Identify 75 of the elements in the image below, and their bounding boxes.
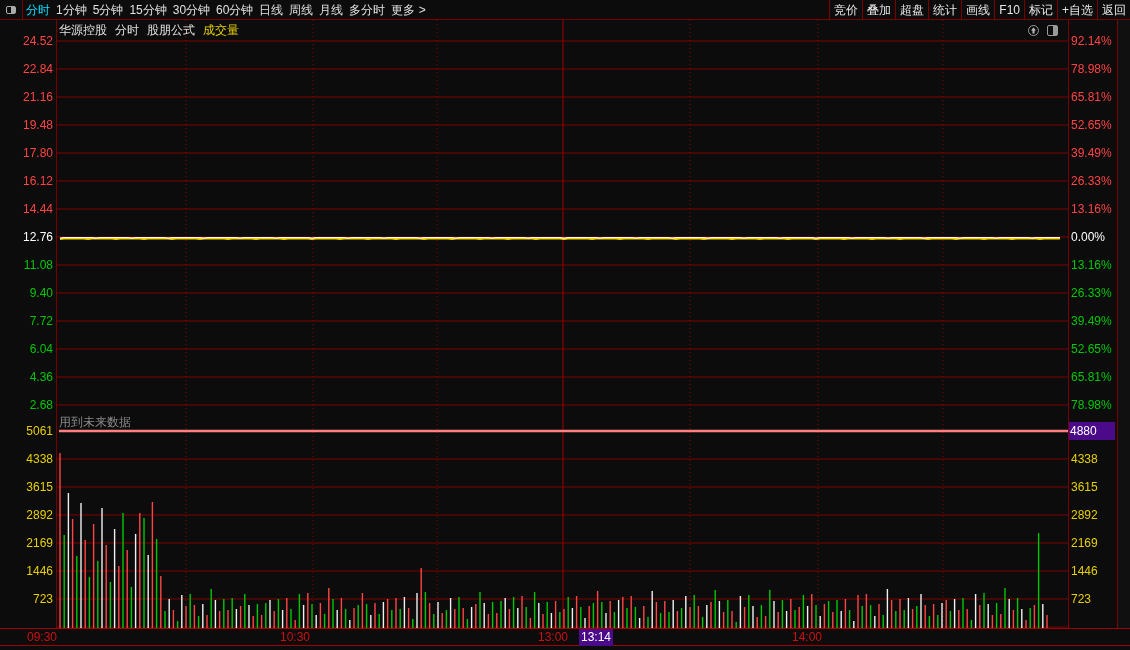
legend-label: 成交量: [203, 22, 239, 39]
panel-toggle-icon[interactable]: [1047, 24, 1058, 36]
price-axis-label: 14.44: [22, 201, 53, 218]
legend-label: 股朋公式: [147, 22, 195, 39]
period-tab[interactable]: 15分钟: [126, 0, 170, 20]
volume-axis-label: 4338: [1071, 451, 1098, 468]
price-axis-label: 24.52: [22, 33, 53, 50]
price-axis-label: 12.76: [22, 229, 53, 246]
time-axis-label: 10:30: [279, 629, 312, 646]
time-axis-label: 13:00: [537, 629, 570, 646]
toolbar-button[interactable]: 超盘: [895, 0, 929, 20]
upload-icon[interactable]: [1028, 24, 1039, 36]
percent-axis-label: 39.49%: [1071, 145, 1112, 162]
percent-axis-label: 26.33%: [1071, 173, 1112, 190]
toolbar-button[interactable]: 竞价: [829, 0, 863, 20]
period-tab[interactable]: 5分钟: [89, 0, 127, 20]
time-axis-label: 14:00: [791, 629, 824, 646]
price-axis-label: 7.72: [29, 313, 53, 330]
volume-axis-label: 2892: [1071, 507, 1098, 524]
percent-axis-label: 78.98%: [1071, 397, 1112, 414]
price-axis-label: 16.12: [22, 173, 53, 190]
toolbar-button[interactable]: 标记: [1024, 0, 1057, 20]
volume-axis-label: 2169: [26, 535, 53, 552]
volume-axis-label: 723: [1071, 591, 1092, 608]
toolbar-button[interactable]: 叠加: [862, 0, 896, 20]
percent-axis-label: 13.16%: [1071, 257, 1112, 274]
price-axis-label: 6.04: [29, 341, 53, 358]
percent-axis-label: 52.65%: [1071, 117, 1112, 134]
time-axis-label: 13:14: [579, 629, 614, 646]
volume-axis-label: 723: [32, 591, 53, 608]
legend-label: 分时: [115, 22, 139, 39]
volume-axis-label: 3615: [26, 479, 53, 496]
percent-axis-label: 0.00%: [1071, 229, 1106, 246]
percent-axis-label: 65.81%: [1071, 89, 1112, 106]
volume-axis-label: 3615: [1071, 479, 1098, 496]
volume-axis-label: 4338: [26, 451, 53, 468]
percent-axis-label: 13.16%: [1071, 201, 1112, 218]
period-tab[interactable]: 30分钟: [169, 0, 214, 20]
warning-label: 用到未来数据: [59, 415, 131, 429]
price-axis-label: 4.36: [29, 369, 53, 386]
toolbar-button[interactable]: +自选: [1057, 0, 1097, 20]
price-axis-label: 19.48: [22, 117, 53, 134]
panel-toggle-icon: [6, 5, 16, 14]
price-axis-label: 2.68: [29, 397, 53, 414]
price-axis-label: 21.16: [22, 89, 53, 106]
legend-label: 华源控股: [59, 22, 107, 39]
toolbar-button[interactable]: 返回: [1097, 0, 1130, 20]
period-tab[interactable]: 更多 >: [388, 0, 429, 20]
price-axis-label: 17.80: [22, 145, 53, 162]
toolbar-button[interactable]: 画线: [961, 0, 995, 20]
period-tab[interactable]: 分时: [23, 0, 53, 20]
period-tab[interactable]: 1分钟: [53, 0, 90, 20]
price-axis-label: 9.40: [29, 285, 53, 302]
volume-axis-label: 1446: [1071, 563, 1098, 580]
volume-axis-label: 1446: [26, 563, 53, 580]
period-tab[interactable]: 多分时: [346, 0, 389, 20]
price-axis-label: 11.08: [23, 257, 53, 274]
percent-axis-label: 52.65%: [1071, 341, 1112, 358]
volume-axis-label: 4880: [1069, 422, 1115, 440]
percent-axis-label: 26.33%: [1071, 285, 1112, 302]
volume-axis-label: 2892: [26, 507, 53, 524]
volume-axis-label: 2169: [1071, 535, 1098, 552]
volume-axis-label: 5061: [26, 423, 53, 440]
period-tab[interactable]: 日线: [256, 0, 287, 20]
percent-axis-label: 65.81%: [1071, 369, 1112, 386]
percent-axis-label: 39.49%: [1071, 313, 1112, 330]
period-tab[interactable]: 周线: [286, 0, 317, 20]
price-axis-label: 22.84: [22, 61, 53, 78]
percent-axis-label: 78.98%: [1071, 61, 1112, 78]
time-axis-label: 09:30: [26, 629, 59, 646]
toolbar-button[interactable]: F10: [994, 0, 1024, 20]
period-tab[interactable]: 月线: [316, 0, 347, 20]
percent-axis-label: 92.14%: [1071, 33, 1112, 50]
period-tab[interactable]: 60分钟: [213, 0, 257, 20]
toolbar-button[interactable]: 统计: [928, 0, 962, 20]
